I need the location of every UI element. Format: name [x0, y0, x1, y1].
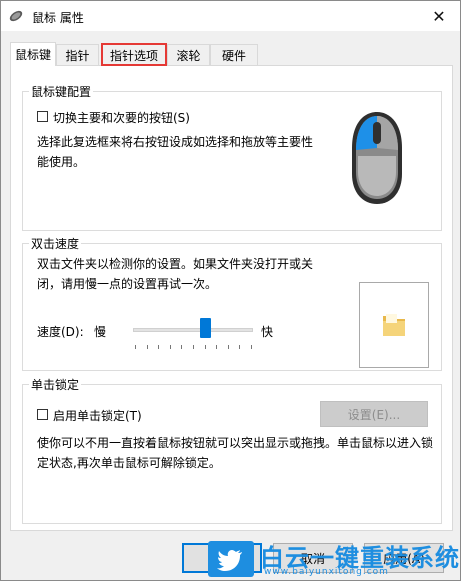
group-title: 鼠标键配置 — [29, 83, 94, 100]
click-lock-checkbox[interactable] — [37, 409, 48, 420]
slider-tick — [193, 345, 194, 349]
switch-buttons-checkbox[interactable] — [37, 111, 48, 122]
mouse-app-icon — [9, 10, 23, 22]
folder-icon — [383, 314, 405, 336]
click-lock-description: 使你可以不用一直按着鼠标按钮就可以突出显示或拖拽。单击鼠标以进入锁定状态,再次单… — [37, 436, 434, 470]
button-config-group: 鼠标键配置 切换主要和次要的按钮(S) 选择此复选框来将右按钮设成如选择和拖放等… — [22, 83, 442, 231]
click-lock-label[interactable]: 启用单击锁定(T) — [53, 407, 142, 424]
switch-buttons-label[interactable]: 切换主要和次要的按钮(S) — [53, 109, 190, 126]
fast-label: 快 — [261, 325, 274, 339]
settings-button[interactable]: 设置(E)... — [320, 401, 428, 427]
group-title: 双击速度 — [29, 235, 82, 252]
speed-label: 速度(D): — [37, 325, 84, 339]
test-area[interactable] — [359, 282, 429, 368]
tab-wheel[interactable]: 滚轮 — [167, 44, 210, 65]
close-button[interactable]: ✕ — [418, 1, 460, 31]
slider-tick — [181, 345, 183, 349]
double-click-group: 双击速度 双击文件夹以检测你的设置。如果文件夹没打开或关闭，请用慢一点的设置再试… — [22, 235, 442, 371]
slider-tick — [216, 345, 218, 349]
slider-tick — [227, 345, 229, 349]
slider-tick — [239, 345, 241, 349]
double-click-description: 双击文件夹以检测你的设置。如果文件夹没打开或关闭，请用慢一点的设置再试一次。 — [37, 257, 314, 291]
tab-buttons[interactable]: 鼠标键 — [10, 42, 56, 66]
slider-tick — [169, 345, 171, 349]
tab-pointer-options[interactable]: 指针选项 — [101, 43, 167, 66]
slider-tick — [204, 345, 206, 349]
twitter-bird-icon — [208, 541, 254, 577]
speed-slider-track[interactable] — [133, 328, 253, 332]
click-lock-group: 单击锁定 启用单击锁定(T) 设置(E)... 使你可以不用一直按着鼠标按钮就可… — [22, 376, 442, 524]
watermark: 白云一键重装系统 www.baiyunxitong.com — [208, 537, 461, 581]
slider-tick — [135, 345, 136, 349]
tab-panel: 鼠标键配置 切换主要和次要的按钮(S) 选择此复选框来将右按钮设成如选择和拖放等… — [10, 65, 453, 531]
watermark-url: www.baiyunxitong.com — [264, 567, 389, 577]
tab-hardware[interactable]: 硬件 — [210, 44, 258, 65]
mouse-properties-window: 鼠标 属性 ✕ 鼠标键 指针 指针选项 滚轮 硬件 鼠标键配置 切换主要和次要的… — [0, 0, 461, 581]
tab-pointers[interactable]: 指针 — [56, 44, 99, 65]
group-title: 单击锁定 — [29, 376, 82, 393]
close-icon: ✕ — [432, 6, 446, 26]
title-bar: 鼠标 属性 ✕ — [1, 1, 460, 31]
slider-tick — [251, 345, 252, 349]
mouse-icon — [352, 112, 402, 204]
slider-tick — [146, 345, 148, 349]
speed-slider-thumb[interactable] — [199, 318, 211, 338]
button-config-description: 选择此复选框来将右按钮设成如选择和拖放等主要性能使用。 — [37, 135, 314, 169]
window-title: 鼠标 属性 — [32, 11, 84, 25]
slow-label: 慢 — [94, 325, 107, 339]
slider-tick — [158, 345, 160, 349]
